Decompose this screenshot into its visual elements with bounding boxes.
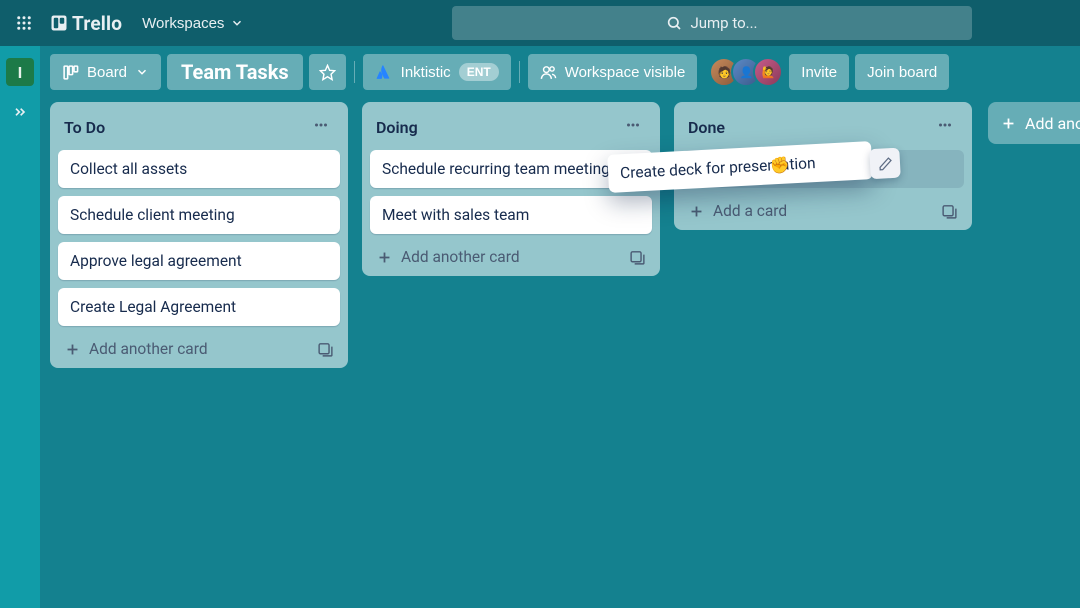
- visibility-button[interactable]: Workspace visible: [528, 54, 698, 90]
- logo-text: Trello: [72, 12, 122, 35]
- list-todo: To Do Collect all assets Schedule client…: [50, 102, 348, 368]
- grab-cursor-icon: ✊: [770, 155, 791, 175]
- plus-icon: [376, 249, 393, 266]
- board-icon: [62, 64, 79, 81]
- list-menu-button[interactable]: [620, 114, 646, 140]
- template-icon: [941, 203, 958, 220]
- dots-icon: [624, 116, 642, 134]
- add-card-button[interactable]: Add a card: [688, 202, 787, 220]
- star-button[interactable]: [309, 54, 346, 90]
- invite-label: Invite: [801, 64, 837, 81]
- card[interactable]: Approve legal agreement: [58, 242, 340, 280]
- list-title[interactable]: Done: [688, 118, 725, 137]
- expand-sidebar-button[interactable]: [6, 98, 34, 126]
- add-card-label: Add another card: [89, 340, 208, 358]
- workspaces-dropdown[interactable]: Workspaces: [132, 7, 254, 39]
- invite-button[interactable]: Invite: [789, 54, 849, 90]
- board-view-switcher[interactable]: Board: [50, 54, 161, 90]
- list-title[interactable]: To Do: [64, 118, 105, 137]
- add-card-label: Add a card: [713, 202, 787, 220]
- search-input[interactable]: Jump to...: [452, 6, 972, 40]
- search-icon: [666, 15, 682, 31]
- member-avatars[interactable]: 🧑 👤 🙋: [703, 57, 783, 87]
- card-template-button[interactable]: [940, 202, 958, 220]
- card[interactable]: Meet with sales team: [370, 196, 652, 234]
- atlassian-icon: [375, 63, 393, 81]
- card[interactable]: Create Legal Agreement: [58, 288, 340, 326]
- plus-icon: [64, 341, 81, 358]
- join-board-label: Join board: [867, 64, 937, 81]
- list-title[interactable]: Doing: [376, 118, 418, 137]
- chevron-down-icon: [230, 16, 244, 30]
- workspaces-label: Workspaces: [142, 15, 224, 32]
- dots-icon: [936, 116, 954, 134]
- avatar[interactable]: 🙋: [753, 57, 783, 87]
- org-name: Inktistic: [401, 64, 451, 81]
- add-card-label: Add another card: [401, 248, 520, 266]
- add-card-button[interactable]: Add another card: [64, 340, 208, 358]
- card-template-button[interactable]: [316, 340, 334, 358]
- left-rail: I: [0, 46, 40, 608]
- add-list-label: Add another list: [1025, 114, 1080, 133]
- plus-icon: [1000, 115, 1017, 132]
- star-icon: [319, 64, 336, 81]
- search-placeholder: Jump to...: [690, 14, 757, 32]
- card[interactable]: Collect all assets: [58, 150, 340, 188]
- card-template-button[interactable]: [628, 248, 646, 266]
- board-view-label: Board: [87, 64, 127, 81]
- list-menu-button[interactable]: [932, 114, 958, 140]
- trello-logo[interactable]: Trello: [44, 7, 128, 39]
- card[interactable]: Schedule client meeting: [58, 196, 340, 234]
- org-button[interactable]: Inktistic ENT: [363, 54, 511, 90]
- workspace-badge[interactable]: I: [6, 58, 34, 86]
- edit-card-button[interactable]: [869, 148, 901, 180]
- top-nav: Trello Workspaces Jump to...: [0, 0, 1080, 46]
- add-list-button[interactable]: Add another list: [988, 102, 1080, 144]
- chevron-down-icon: [135, 65, 149, 79]
- people-icon: [540, 64, 557, 81]
- plus-icon: [688, 203, 705, 220]
- join-board-button[interactable]: Join board: [855, 54, 949, 90]
- org-plan-chip: ENT: [459, 63, 499, 81]
- visibility-label: Workspace visible: [565, 64, 686, 81]
- list-menu-button[interactable]: [308, 114, 334, 140]
- divider: [519, 61, 520, 83]
- board-title[interactable]: Team Tasks: [167, 54, 303, 90]
- pencil-icon: [877, 156, 893, 172]
- add-card-button[interactable]: Add another card: [376, 248, 520, 266]
- dots-icon: [312, 116, 330, 134]
- board-canvas: To Do Collect all assets Schedule client…: [40, 98, 1080, 608]
- template-icon: [629, 249, 646, 266]
- divider: [354, 61, 355, 83]
- apps-switcher-icon[interactable]: [8, 7, 40, 39]
- board-header: Board Team Tasks Inktistic ENT Workspace…: [40, 46, 1080, 98]
- template-icon: [317, 341, 334, 358]
